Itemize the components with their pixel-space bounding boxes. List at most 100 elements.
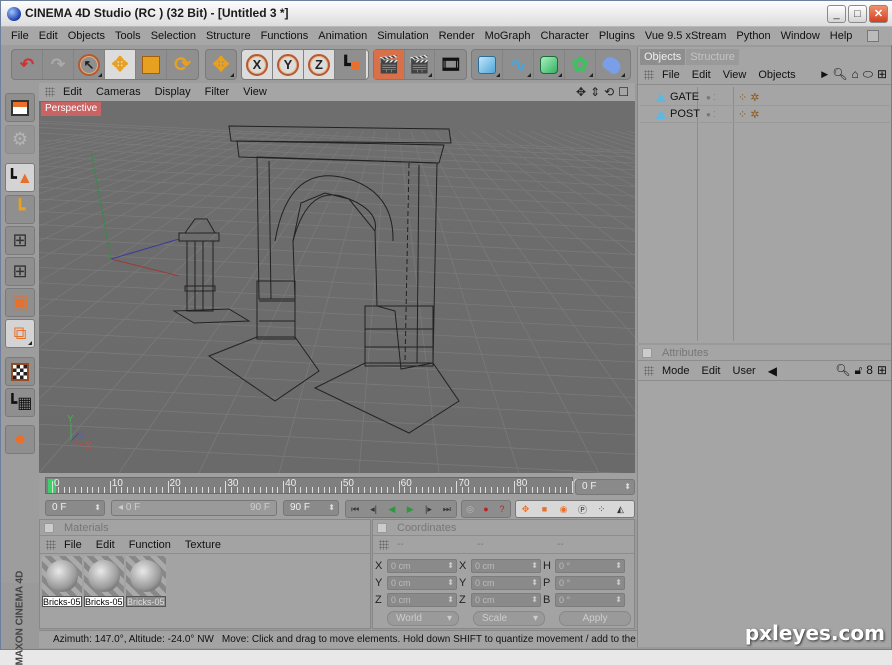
record-keys-button[interactable]: ● (478, 501, 494, 517)
add-spline-button[interactable]: ∿ (503, 50, 534, 79)
menu-window[interactable]: Window (781, 30, 820, 42)
menu-python[interactable]: Python (736, 30, 770, 42)
menu-edit[interactable]: Edit (39, 30, 58, 42)
object-row-post[interactable]: POST ● ⁚ ⁘ ✲ (640, 106, 890, 123)
texture-axis-button[interactable]: ⚙ (5, 125, 35, 154)
edges-mode-button[interactable]: ⊞ (5, 257, 35, 286)
position-x-field[interactable]: 0 cm (387, 559, 457, 573)
start-frame-field[interactable]: 0 F ⬍ (45, 500, 105, 516)
panel-grip[interactable] (46, 539, 56, 550)
frame-range-slider[interactable]: ◂ 0 F 90 F (111, 500, 277, 516)
visibility-dots-icon[interactable]: ● ⁚ (706, 93, 716, 102)
key-points-button[interactable]: ⁘ (592, 501, 611, 517)
next-key-button[interactable]: |▸ (419, 501, 437, 517)
objects-menu-objects[interactable]: Objects (758, 69, 795, 81)
menu-structure[interactable]: Structure (206, 30, 251, 42)
materials-panel-toggle[interactable] (44, 522, 54, 533)
size-x-field[interactable]: 0 cm (471, 559, 541, 573)
dolly-icon[interactable]: ⇕ (590, 85, 600, 99)
attributes-menu-user[interactable]: User (733, 365, 756, 377)
menu-render[interactable]: Render (439, 30, 475, 42)
material-tags-icon[interactable]: ⁘ ✲ (738, 91, 760, 104)
polygons-mode-button[interactable]: ▣ (5, 288, 35, 317)
go-to-end-button[interactable]: ⏭ (438, 501, 456, 517)
current-frame-field[interactable]: 0 F ⬍ (575, 479, 635, 495)
home-icon[interactable]: ⌂ (851, 67, 858, 82)
go-to-start-button[interactable]: ⏮ (346, 501, 364, 517)
size-y-field[interactable]: 0 cm (471, 576, 541, 590)
previous-key-button[interactable]: ◂| (364, 501, 382, 517)
orbit-icon[interactable]: ⟲ (604, 85, 614, 99)
coordinate-space-dropdown[interactable]: World ▾ (387, 611, 459, 626)
coordinate-mode-dropdown[interactable]: Scale ▾ (473, 611, 545, 626)
redo-button[interactable]: ↷ (43, 50, 74, 79)
new-panel-icon[interactable]: ⊞ (877, 67, 887, 82)
x-axis-lock-button[interactable]: X (242, 50, 273, 79)
autokey-button[interactable]: ? (494, 501, 510, 517)
last-tool-button[interactable]: ✥ (206, 50, 236, 79)
eye-icon[interactable]: ⬭ (863, 67, 873, 82)
uv-mode-button[interactable]: ⧉ (5, 319, 35, 348)
visibility-dots-icon[interactable]: ● ⁚ (706, 110, 716, 119)
attributes-panel-toggle[interactable] (642, 347, 652, 358)
render-view-button[interactable]: 🎬 (374, 50, 405, 79)
attributes-menu-mode[interactable]: Mode (662, 365, 690, 377)
maximize-view-icon[interactable]: ☐ (618, 85, 629, 99)
rotation-h-field[interactable]: 0 ° (555, 559, 625, 573)
materials-menu-file[interactable]: File (64, 539, 82, 551)
viewport-menu-edit[interactable]: Edit (63, 86, 82, 98)
rotation-p-field[interactable]: 0 ° (555, 576, 625, 590)
y-axis-lock-button[interactable]: Y (273, 50, 304, 79)
timeline-ruler[interactable]: 0102030405060708090 (45, 477, 585, 494)
position-z-field[interactable]: 0 cm (387, 593, 457, 607)
objects-menu-view[interactable]: View (723, 69, 747, 81)
menu-plugins[interactable]: Plugins (599, 30, 635, 42)
key-scale-button[interactable]: ■ (535, 501, 554, 517)
search-icon[interactable]: 🔍︎ (832, 67, 847, 82)
menu-vue[interactable]: Vue 9.5 xStream (645, 30, 727, 42)
undo-button[interactable]: ↶ (12, 50, 43, 79)
material-tags-icon[interactable]: ⁘ ✲ (738, 108, 760, 121)
add-nurbs-button[interactable] (534, 50, 565, 79)
rotate-button[interactable]: ⟳ (167, 50, 198, 79)
menu-file[interactable]: File (11, 30, 29, 42)
render-picture-viewer-button[interactable]: 🎬 (405, 50, 436, 79)
key-position-button[interactable]: ✥ (516, 501, 535, 517)
apply-button[interactable]: Apply (559, 611, 631, 626)
key-rotation-button[interactable]: ◉ (554, 501, 573, 517)
objects-menu-edit[interactable]: Edit (692, 69, 711, 81)
pan-icon[interactable]: ✥ (576, 85, 586, 99)
menu-help[interactable]: Help (830, 30, 853, 42)
link-icon[interactable]: 8 (866, 363, 873, 378)
sculpt-button[interactable]: ● (5, 425, 35, 454)
rotation-b-field[interactable]: 0 ° (555, 593, 625, 607)
minimize-button[interactable]: _ (827, 5, 846, 23)
render-settings-button[interactable]: 🎞 (435, 50, 466, 79)
play-backward-button[interactable]: ◀ (383, 501, 401, 517)
object-row-gate[interactable]: GATE ● ⁚ ⁘ ✲ (640, 89, 890, 106)
viewport-menu-filter[interactable]: Filter (205, 86, 229, 98)
tab-objects[interactable]: Objects (640, 49, 686, 65)
3d-viewport[interactable]: Perspective Y Z X (39, 101, 635, 473)
motion-record-button[interactable]: ◎ (462, 501, 478, 517)
interpolation-button[interactable]: ◭ (611, 501, 630, 517)
end-frame-field[interactable]: 90 F ⬍ (283, 500, 339, 516)
menu-mograph[interactable]: MoGraph (485, 30, 531, 42)
new-panel-icon[interactable]: ⊞ (877, 363, 887, 378)
materials-menu-function[interactable]: Function (129, 539, 171, 551)
live-selection-button[interactable]: ↖ (74, 50, 105, 79)
material-swatch[interactable]: Bricks-05 (126, 556, 166, 607)
material-swatch[interactable]: Bricks-05 (84, 556, 124, 607)
panel-grip[interactable] (644, 69, 654, 80)
scale-button[interactable] (136, 50, 167, 79)
lock-icon[interactable]: 🔓︎ (854, 363, 862, 378)
model-mode-button[interactable]: ┗▲ (5, 163, 35, 192)
materials-menu-texture[interactable]: Texture (185, 539, 221, 551)
search-icon[interactable]: 🔍︎ (835, 363, 850, 378)
viewport-menu-cameras[interactable]: Cameras (96, 86, 141, 98)
panel-grip[interactable] (45, 87, 55, 97)
position-y-field[interactable]: 0 cm (387, 576, 457, 590)
menu-simulation[interactable]: Simulation (377, 30, 428, 42)
panel-grip[interactable] (379, 539, 389, 550)
texture-mode-button[interactable] (5, 357, 35, 386)
